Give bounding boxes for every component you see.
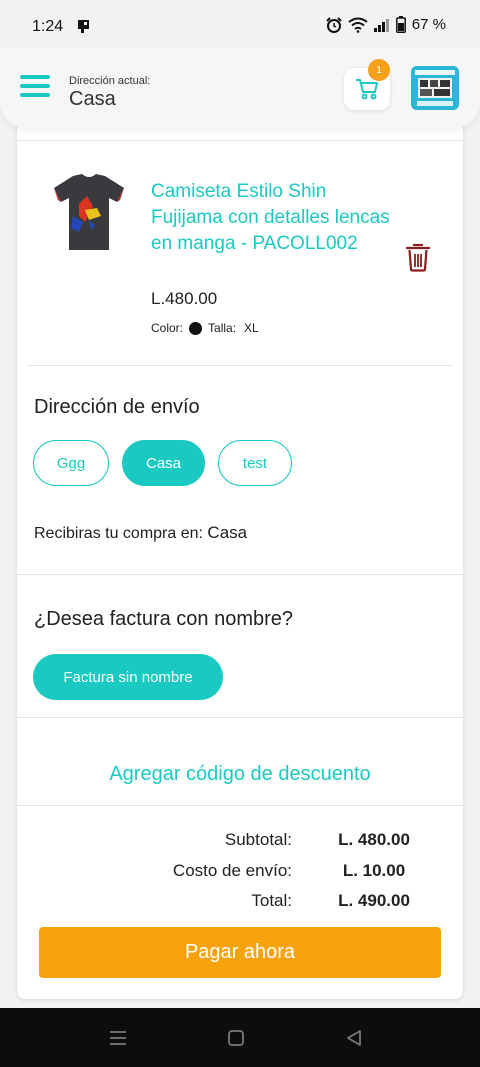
hamburger-menu-icon[interactable]: [20, 75, 50, 99]
receive-label: Recibiras tu compra en:: [34, 525, 203, 542]
checkout-card: Camiseta Estilo Shin Fujijama con detall…: [17, 110, 463, 999]
total-value: L. 490.00: [338, 891, 410, 910]
divider: [27, 365, 453, 366]
system-nav-bar: [0, 1008, 480, 1067]
divider: [17, 574, 463, 575]
divider: [17, 140, 463, 141]
divider: [17, 717, 463, 718]
status-bar: 1:24 67 %: [0, 0, 480, 52]
signal-icon: [373, 18, 389, 32]
total-label: Total:: [251, 891, 292, 910]
back-icon[interactable]: [344, 1028, 364, 1048]
battery-icon: [395, 16, 406, 33]
battery-percent: 67 %: [411, 16, 446, 33]
current-address-label: Dirección actual:: [69, 75, 151, 87]
product-attributes: Color: Talla: XL: [151, 321, 259, 335]
add-discount-code-link[interactable]: Agregar código de descuento: [17, 763, 463, 786]
shipping-section-title: Dirección de envío: [34, 396, 200, 418]
size-value: XL: [244, 321, 259, 335]
status-time: 1:24: [32, 18, 64, 35]
current-address-value[interactable]: Casa: [69, 88, 116, 111]
recent-apps-icon[interactable]: [108, 1028, 128, 1048]
app-header: Dirección actual: Casa 1: [0, 48, 480, 128]
address-chip-ggg[interactable]: Ggg: [33, 440, 109, 486]
receive-value: Casa: [207, 523, 248, 542]
app-notification-icon: [78, 20, 89, 33]
subtotal-value: L. 480.00: [338, 830, 410, 849]
alarm-icon: [326, 16, 342, 33]
subtotal-label: Subtotal:: [224, 830, 292, 849]
color-swatch: [189, 321, 203, 335]
cart-count-badge: 1: [368, 59, 390, 81]
invoice-section-title: ¿Desea factura con nombre?: [34, 608, 294, 630]
receive-address-line: Recibiras tu compra en: Casa: [34, 523, 247, 543]
shipping-cost-label: Costo de envío:: [172, 861, 292, 880]
store-logo-image: [411, 66, 459, 110]
product-name[interactable]: Camiseta Estilo Shin Fujijama con detall…: [151, 179, 401, 257]
pay-now-button[interactable]: Pagar ahora: [39, 927, 441, 978]
product-image[interactable]: [49, 170, 129, 254]
home-icon[interactable]: [226, 1028, 246, 1048]
size-label: Talla:: [208, 321, 237, 335]
status-indicators: 67 %: [326, 16, 446, 33]
address-chip-test[interactable]: test: [218, 440, 292, 486]
color-label: Color:: [151, 321, 184, 335]
subtotal-row: Subtotal: L. 480.00: [17, 830, 463, 852]
shipping-cost-value: L. 10.00: [342, 861, 406, 880]
trash-icon[interactable]: [405, 242, 431, 272]
invoice-without-name-button[interactable]: Factura sin nombre: [33, 654, 223, 700]
divider: [17, 805, 463, 806]
address-chip-casa[interactable]: Casa: [122, 440, 205, 486]
wifi-icon: [348, 17, 368, 33]
shipping-cost-row: Costo de envío: L. 10.00: [17, 861, 463, 883]
product-price: L.480.00: [151, 289, 218, 308]
shopping-cart-icon: [356, 79, 378, 100]
total-row: Total: L. 490.00: [17, 891, 463, 913]
store-logo[interactable]: [411, 66, 459, 110]
